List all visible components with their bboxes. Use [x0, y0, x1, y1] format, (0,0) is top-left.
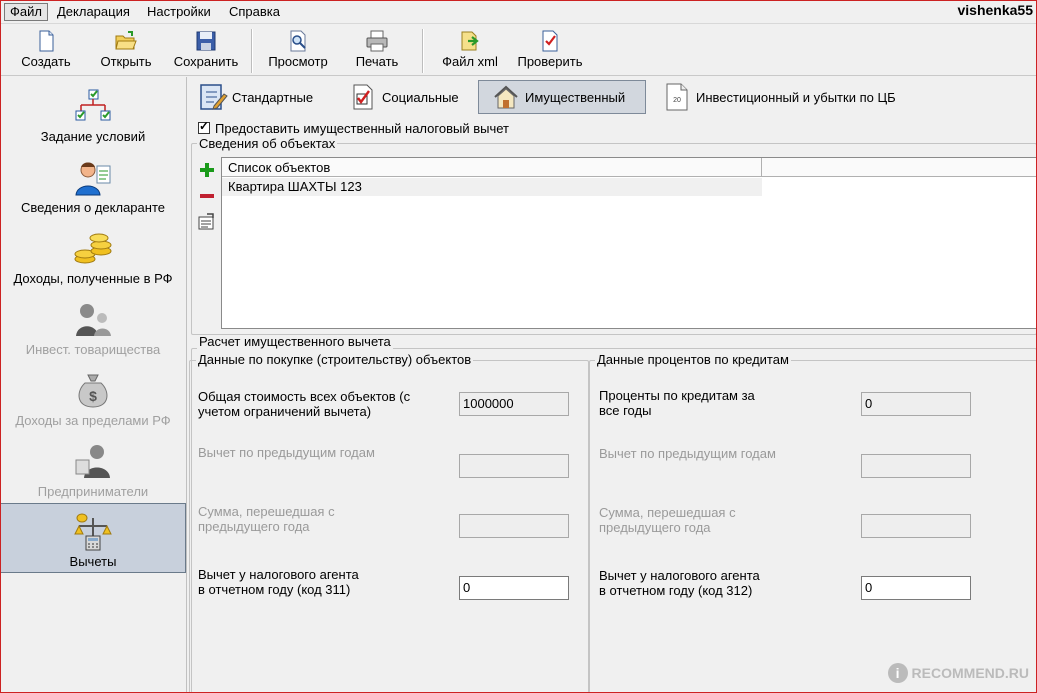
preview-button[interactable]: Просмотр: [262, 27, 334, 75]
flowchart-checkboxes-icon: [75, 89, 111, 121]
xml-file-export-icon: [461, 31, 479, 51]
checklist-icon: [542, 30, 558, 52]
objects-list-header[interactable]: Список объектов: [222, 158, 762, 177]
username-label: vishenka55: [957, 2, 1034, 18]
loan-interest-label: Проценты по кредитам за все годы: [599, 388, 755, 418]
objects-group-title: Сведения об объектах: [197, 136, 338, 151]
remove-icon[interactable]: [197, 186, 217, 206]
watermark-text: RECOMMEND.RU: [911, 665, 1029, 681]
tab-standard[interactable]: Стандартные: [198, 80, 338, 114]
menu-file[interactable]: Файл: [4, 3, 48, 21]
provide-deduction-label: Предоставить имущественный налоговый выч…: [215, 120, 509, 136]
house-icon: [494, 85, 518, 109]
gold-coins-icon: [74, 233, 112, 264]
sidebar-item-label: Доходы за пределами РФ: [15, 413, 171, 428]
sidebar-item-label: Задание условий: [40, 129, 146, 144]
interest-carry-over-field[interactable]: [861, 514, 971, 538]
objects-list-header-filler: [762, 158, 1036, 177]
prev-years-deduction-label: Вычет по предыдущим годам: [198, 445, 375, 460]
carry-over-field[interactable]: [459, 514, 569, 538]
checked-document-icon: [353, 84, 373, 110]
sidebar-item-entrepreneurs[interactable]: Предприниматели: [0, 434, 186, 504]
add-icon[interactable]: [197, 160, 217, 180]
document-icon: 20: [666, 83, 688, 111]
sidebar-item-label: Инвест. товарищества: [25, 342, 161, 357]
sidebar-item-income-abroad[interactable]: $ Доходы за пределами РФ: [0, 363, 186, 433]
agent-deduction-311-field[interactable]: 0: [459, 576, 569, 600]
list-item[interactable]: Квартира ШАХТЫ 123: [222, 178, 762, 196]
tab-property[interactable]: Имущественный: [478, 80, 646, 114]
people-handshake-icon: [76, 304, 111, 336]
watermark: i RECOMMEND.RU: [887, 663, 1029, 683]
businessman-icon: [75, 445, 110, 478]
agent-deduction-311-label: Вычет у налогового агента в отчетном год…: [198, 567, 359, 597]
svg-text:$: $: [89, 388, 97, 404]
interest-prev-years-label: Вычет по предыдущим годам: [599, 446, 776, 461]
objects-list[interactable]: Список объектов Квартира ШАХТЫ 123: [221, 157, 1037, 329]
check-button[interactable]: Проверить: [510, 27, 590, 75]
agent-deduction-312-field[interactable]: 0: [861, 576, 971, 600]
export-xml-button[interactable]: Файл xml: [436, 27, 504, 75]
edit-properties-icon[interactable]: [197, 212, 217, 232]
svg-text:20: 20: [673, 97, 681, 104]
create-button[interactable]: Создать: [12, 27, 80, 75]
agent-deduction-312-label: Вычет у налогового агента в отчетном год…: [599, 568, 760, 598]
loan-interest-field[interactable]: 0: [861, 392, 971, 416]
floppy-disk-icon: [196, 31, 216, 51]
watermark-icon: i: [887, 663, 908, 683]
menu-settings[interactable]: Настройки: [142, 3, 216, 21]
sidebar-item-deductions[interactable]: Вычеты: [0, 503, 186, 573]
open-button[interactable]: Открыть: [92, 27, 160, 75]
money-bag-icon: $: [78, 374, 108, 408]
interest-group-title: Данные процентов по кредитам: [595, 352, 791, 367]
sidebar-item-label: Сведения о декларанте: [21, 200, 165, 215]
total-cost-label: Общая стоимость всех объектов (с учетом …: [198, 389, 411, 419]
provide-deduction-checkbox[interactable]: [198, 119, 210, 134]
sidebar-item-conditions[interactable]: Задание условий: [0, 79, 186, 149]
purchase-group-title: Данные по покупке (строительству) объект…: [196, 352, 474, 367]
sidebar-item-label: Вычеты: [69, 554, 117, 569]
calc-group-title: Расчет имущественного вычета: [197, 334, 393, 349]
menu-bar: Файл Декларация Настройки Справка vishen…: [0, 0, 1037, 24]
toolbar-separator: [251, 29, 253, 73]
sidebar-item-label: Предприниматели: [37, 484, 149, 499]
sidebar-item-income-russia[interactable]: Доходы, полученные в РФ: [0, 221, 186, 291]
clipboard-pen-icon: [200, 84, 228, 110]
provide-deduction-row: Предоставить имущественный налоговый выч…: [198, 119, 509, 136]
print-button[interactable]: Печать: [344, 27, 410, 75]
person-document-icon: [75, 162, 111, 196]
magnifier-icon: [290, 30, 306, 52]
printer-icon: [366, 30, 388, 52]
save-button[interactable]: Сохранить: [168, 27, 244, 75]
sidebar-item-label: Доходы, полученные в РФ: [13, 271, 173, 286]
toolbar-separator: [422, 29, 424, 73]
sidebar-item-declarant[interactable]: Сведения о декларанте: [0, 150, 186, 220]
interest-carry-over-label: Сумма, перешедшая с предыдущего года: [599, 505, 736, 535]
tab-investment[interactable]: 20 Инвестиционный и убытки по ЦБ: [662, 80, 922, 114]
sidebar: Задание условий Сведения о декларанте До…: [0, 77, 187, 693]
prev-years-deduction-field[interactable]: [459, 454, 569, 478]
carry-over-label: Сумма, перешедшая с предыдущего года: [198, 504, 335, 534]
toolbar: Создать Открыть Сохранить Просмотр Печат…: [0, 25, 1037, 76]
total-cost-field[interactable]: 1000000: [459, 392, 569, 416]
folder-open-icon: [115, 31, 137, 50]
tab-social[interactable]: Социальные: [348, 80, 476, 114]
interest-prev-years-field[interactable]: [861, 454, 971, 478]
new-document-icon: [39, 30, 54, 52]
sidebar-item-invest-partnerships[interactable]: Инвест. товарищества: [0, 292, 186, 362]
menu-help[interactable]: Справка: [224, 3, 285, 21]
scales-calculator-icon: [74, 513, 112, 551]
menu-declaration[interactable]: Декларация: [52, 3, 135, 21]
